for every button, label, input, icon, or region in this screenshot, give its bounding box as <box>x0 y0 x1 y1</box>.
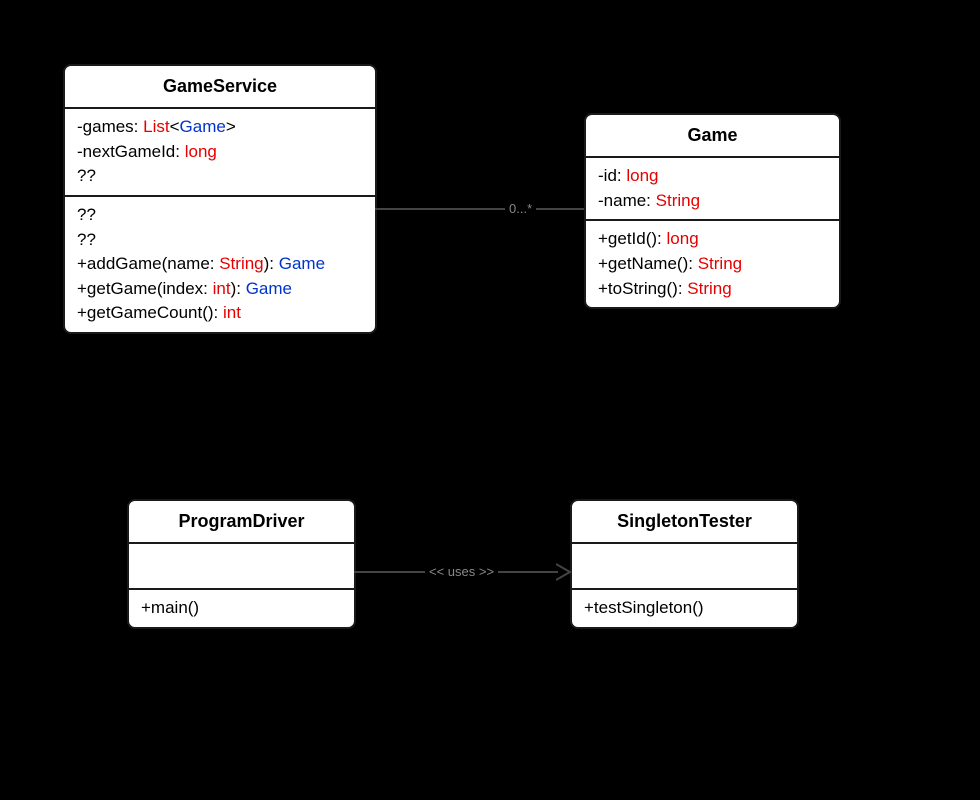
attr-text: -games: <box>77 117 143 136</box>
uses-label: << uses >> <box>425 564 498 579</box>
attr-text: -name: <box>598 191 656 210</box>
attributes-section <box>572 544 797 590</box>
operations-section: +getId(): long +getName(): String +toStr… <box>586 221 839 307</box>
uml-class-programdriver: ProgramDriver +main() <box>127 499 356 629</box>
operations-section: ?? ?? +addGame(name: String): Game +getG… <box>65 197 375 332</box>
operation-row: +addGame(name: String): Game <box>77 252 363 277</box>
multiplicity-label: 0...* <box>505 201 536 216</box>
attr-text: -nextGameId: <box>77 142 185 161</box>
uml-class-gameservice: GameService -games: List<Game> -nextGame… <box>63 64 377 334</box>
class-title: SingletonTester <box>572 501 797 544</box>
attribute-row: ?? <box>77 164 363 189</box>
op-text: +getName(): <box>598 254 698 273</box>
op-text: ): <box>264 254 279 273</box>
attributes-section: -id: long -name: String <box>586 158 839 221</box>
arrowhead-icon <box>556 562 576 582</box>
op-text: +getId(): <box>598 229 667 248</box>
association-line <box>375 208 584 210</box>
operation-row: +getId(): long <box>598 227 827 252</box>
op-text: +getGameCount(): <box>77 303 223 322</box>
operation-row: +getGame(index: int): Game <box>77 277 363 302</box>
ret-type: Game <box>246 279 292 298</box>
operations-section: +testSingleton() <box>572 590 797 627</box>
uml-class-singletontester: SingletonTester +testSingleton() <box>570 499 799 629</box>
attributes-section: -games: List<Game> -nextGameId: long ?? <box>65 109 375 197</box>
operation-row: ?? <box>77 203 363 228</box>
ret-type: String <box>698 254 742 273</box>
operation-row: ?? <box>77 228 363 253</box>
arg-type: String <box>219 254 263 273</box>
attributes-section <box>129 544 354 590</box>
attribute-row: -games: List<Game> <box>77 115 363 140</box>
operation-row: +main() <box>141 596 342 621</box>
attribute-row: -nextGameId: long <box>77 140 363 165</box>
ret-type: long <box>667 229 699 248</box>
operations-section: +main() <box>129 590 354 627</box>
class-title: GameService <box>65 66 375 109</box>
operation-row: +getGameCount(): int <box>77 301 363 326</box>
class-title: Game <box>586 115 839 158</box>
ret-type: Game <box>279 254 325 273</box>
op-text: ): <box>231 279 246 298</box>
op-text: +toString(): <box>598 279 687 298</box>
op-text: +getGame(index: <box>77 279 213 298</box>
operation-row: +toString(): String <box>598 277 827 302</box>
type: String <box>656 191 700 210</box>
type-param: Game <box>180 117 226 136</box>
operation-row: +getName(): String <box>598 252 827 277</box>
ret-type: String <box>687 279 731 298</box>
type: List <box>143 117 169 136</box>
gt: > <box>226 117 236 136</box>
type: long <box>185 142 217 161</box>
ret-type: int <box>223 303 241 322</box>
uml-class-game: Game -id: long -name: String +getId(): l… <box>584 113 841 309</box>
arg-type: int <box>213 279 231 298</box>
class-title: ProgramDriver <box>129 501 354 544</box>
operation-row: +testSingleton() <box>584 596 785 621</box>
type: long <box>626 166 658 185</box>
attribute-row: -id: long <box>598 164 827 189</box>
op-text: +addGame(name: <box>77 254 219 273</box>
attr-text: -id: <box>598 166 626 185</box>
attribute-row: -name: String <box>598 189 827 214</box>
lt: < <box>170 117 180 136</box>
